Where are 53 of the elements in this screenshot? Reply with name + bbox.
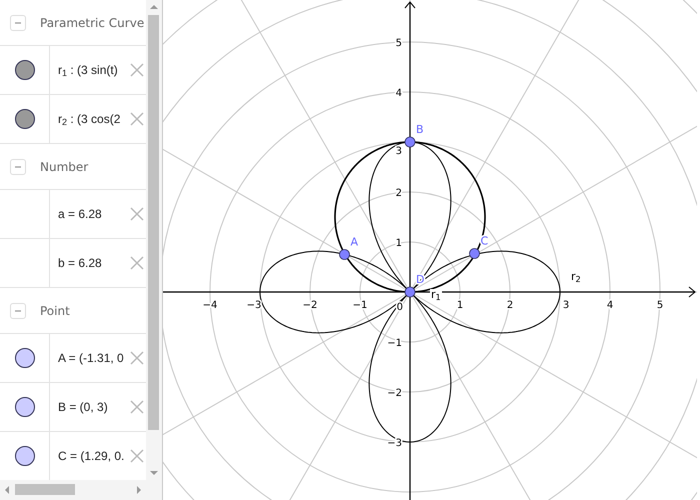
vertical-scrollbar[interactable] <box>146 0 162 480</box>
delete-icon[interactable] <box>130 112 144 126</box>
point-marker[interactable] <box>404 136 416 148</box>
axis-tick-label: 3 <box>396 146 402 157</box>
axis-tick-label: 2 <box>506 300 514 311</box>
axis-tick-label: 1 <box>456 300 464 311</box>
point-label: B <box>416 123 424 136</box>
point-label: A <box>350 236 358 248</box>
visibility-toggle[interactable] <box>14 348 34 368</box>
axis-tick-label: −4 <box>202 300 218 311</box>
delete-icon[interactable] <box>130 449 144 463</box>
axis-tick-label: 4 <box>396 88 402 99</box>
axis-tick-label: −3 <box>246 300 262 311</box>
axis-tick-label: 3 <box>562 300 570 311</box>
collapse-toggle[interactable] <box>10 158 26 174</box>
axis-tick-label: −2 <box>387 388 402 399</box>
algebra-entry[interactable]: A = (-1.31, 0 <box>58 349 124 367</box>
point-marker[interactable] <box>469 248 480 259</box>
point-marker[interactable] <box>339 249 350 260</box>
visibility-toggle[interactable] <box>14 397 34 417</box>
delete-icon[interactable] <box>130 63 144 77</box>
axis-tick-label: −3 <box>387 438 402 449</box>
algebra-entry[interactable]: b = 6.28 <box>58 254 102 272</box>
algebra-entry[interactable]: C = (1.29, 0. <box>58 447 124 465</box>
group-title: Point <box>40 302 70 320</box>
delete-icon[interactable] <box>130 207 144 221</box>
curve-label: r$_{2}$ <box>570 271 582 282</box>
horizontal-scrollbar[interactable] <box>0 480 162 500</box>
collapse-toggle[interactable] <box>10 14 26 30</box>
axis-tick-label: 0 <box>396 302 403 313</box>
axis-tick-label: 5 <box>396 38 402 49</box>
collapse-toggle[interactable] <box>10 302 26 318</box>
delete-icon[interactable] <box>130 256 144 270</box>
algebra-entry[interactable]: a = 6.28 <box>58 205 102 223</box>
axis-tick-label: 5 <box>656 300 664 311</box>
axis-tick-label: 1 <box>396 238 402 249</box>
axis-tick-label: −1 <box>387 338 402 349</box>
algebra-entry[interactable]: r$_{1}$ : (3 sin(t) <box>58 61 118 79</box>
group-title: Number <box>40 158 88 176</box>
axis-tick-label: 2 <box>396 188 402 199</box>
point-label: C <box>480 234 488 248</box>
axis-tick-label: −2 <box>302 300 318 311</box>
group-title: Parametric Curve <box>40 14 144 32</box>
delete-icon[interactable] <box>130 351 144 365</box>
algebra-entry[interactable]: r$_{2}$ : (3 cos(2 <box>58 110 120 128</box>
visibility-toggle[interactable] <box>14 60 34 80</box>
visibility-toggle[interactable] <box>14 446 34 466</box>
visibility-toggle[interactable] <box>14 109 34 129</box>
curve-label: r$_{1}$ <box>430 288 442 300</box>
axis-tick-label: 4 <box>606 300 614 311</box>
axis-tick-label: −1 <box>352 300 368 311</box>
delete-icon[interactable] <box>130 400 144 414</box>
algebra-entry[interactable]: B = (0, 3) <box>58 398 108 416</box>
